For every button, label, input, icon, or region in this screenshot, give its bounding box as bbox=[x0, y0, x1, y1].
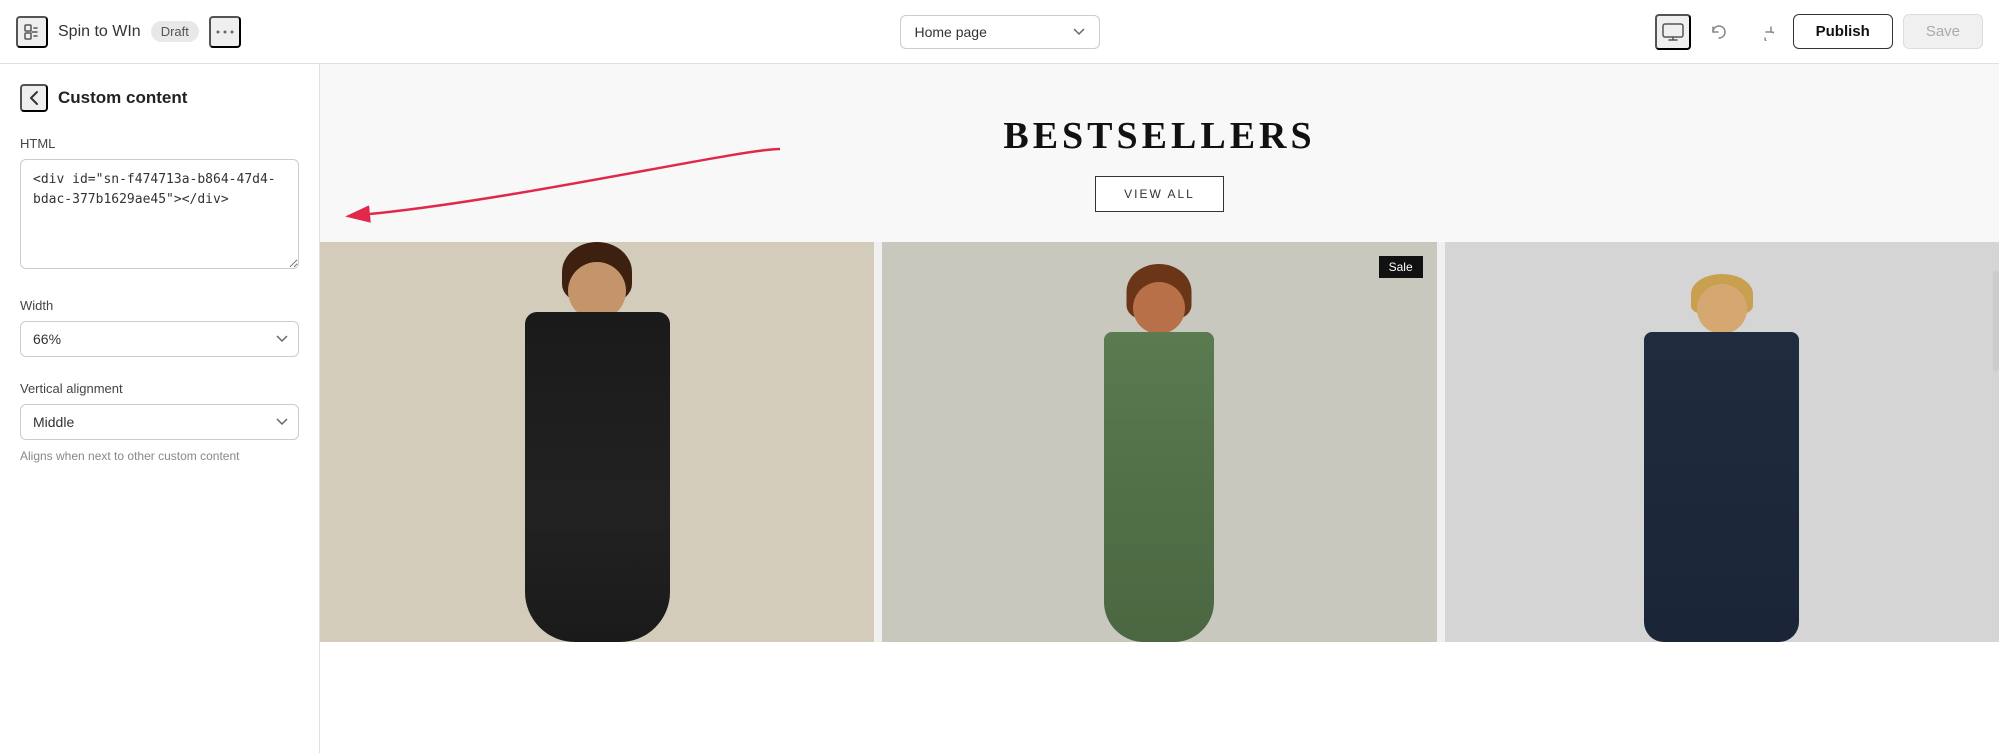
monitor-button[interactable] bbox=[1655, 14, 1691, 50]
page-selector[interactable]: Home page bbox=[900, 15, 1100, 49]
app-title: Spin to WIn bbox=[58, 23, 141, 41]
vertical-alignment-label: Vertical alignment bbox=[20, 381, 299, 396]
person-2-container bbox=[882, 242, 1436, 642]
width-field-group: Width 33% 50% 66% 75% 100% bbox=[20, 298, 299, 357]
topbar-left: Spin to WIn Draft bbox=[16, 16, 664, 48]
person-2-body bbox=[1104, 332, 1214, 642]
vertical-alignment-select[interactable]: Top Middle Bottom bbox=[20, 404, 299, 440]
alignment-hint: Aligns when next to other custom content bbox=[20, 448, 299, 465]
vertical-alignment-select-wrapper: Top Middle Bottom bbox=[20, 404, 299, 440]
person-1-container bbox=[320, 242, 874, 642]
scrollbar[interactable] bbox=[1993, 271, 1999, 371]
publish-button[interactable]: Publish bbox=[1793, 14, 1893, 49]
bestsellers-title: BESTSELLERS bbox=[360, 114, 1959, 158]
sidebar-title: Custom content bbox=[58, 88, 187, 108]
redo-button[interactable] bbox=[1747, 14, 1783, 50]
save-button[interactable]: Save bbox=[1903, 14, 1983, 49]
bestsellers-section: BESTSELLERS VIEW ALL bbox=[320, 64, 1999, 242]
topbar: Spin to WIn Draft Home page bbox=[0, 0, 1999, 64]
person-2-head bbox=[1133, 282, 1185, 334]
html-label: HTML bbox=[20, 136, 299, 151]
back-button[interactable] bbox=[16, 16, 48, 48]
sale-badge: Sale bbox=[1379, 256, 1423, 278]
sidebar-back-button[interactable] bbox=[20, 84, 48, 112]
width-label: Width bbox=[20, 298, 299, 313]
html-field-group: HTML bbox=[20, 136, 299, 274]
product-gap-1 bbox=[874, 242, 882, 642]
page-selector-value: Home page bbox=[915, 24, 987, 40]
person-3-body bbox=[1644, 332, 1799, 642]
more-button[interactable] bbox=[209, 16, 241, 48]
width-select[interactable]: 33% 50% 66% 75% 100% bbox=[20, 321, 299, 357]
person-1-body bbox=[525, 312, 670, 642]
view-all-button[interactable]: VIEW ALL bbox=[1095, 176, 1224, 212]
sidebar: Custom content HTML Width 33% 50% 66% 75… bbox=[0, 64, 320, 753]
width-select-wrapper: 33% 50% 66% 75% 100% bbox=[20, 321, 299, 357]
sidebar-header: Custom content bbox=[20, 84, 299, 112]
person-3-head bbox=[1697, 284, 1747, 334]
topbar-right: Publish Save bbox=[1335, 14, 1983, 50]
product-gap-2 bbox=[1437, 242, 1445, 642]
product-card-1[interactable] bbox=[320, 242, 874, 642]
preview-frame: BESTSELLERS VIEW ALL bbox=[320, 64, 1999, 753]
html-input[interactable] bbox=[20, 159, 299, 269]
product-card-2[interactable]: Sale bbox=[882, 242, 1436, 642]
canvas-area: BESTSELLERS VIEW ALL bbox=[320, 64, 1999, 753]
main-layout: Custom content HTML Width 33% 50% 66% 75… bbox=[0, 64, 1999, 753]
undo-button[interactable] bbox=[1701, 14, 1737, 50]
draft-badge: Draft bbox=[151, 21, 199, 42]
person-3-container bbox=[1445, 242, 1999, 642]
products-grid: Sale bbox=[320, 242, 1999, 642]
vertical-alignment-field-group: Vertical alignment Top Middle Bottom Ali… bbox=[20, 381, 299, 465]
topbar-center: Home page bbox=[676, 15, 1324, 49]
product-card-3[interactable] bbox=[1445, 242, 1999, 642]
